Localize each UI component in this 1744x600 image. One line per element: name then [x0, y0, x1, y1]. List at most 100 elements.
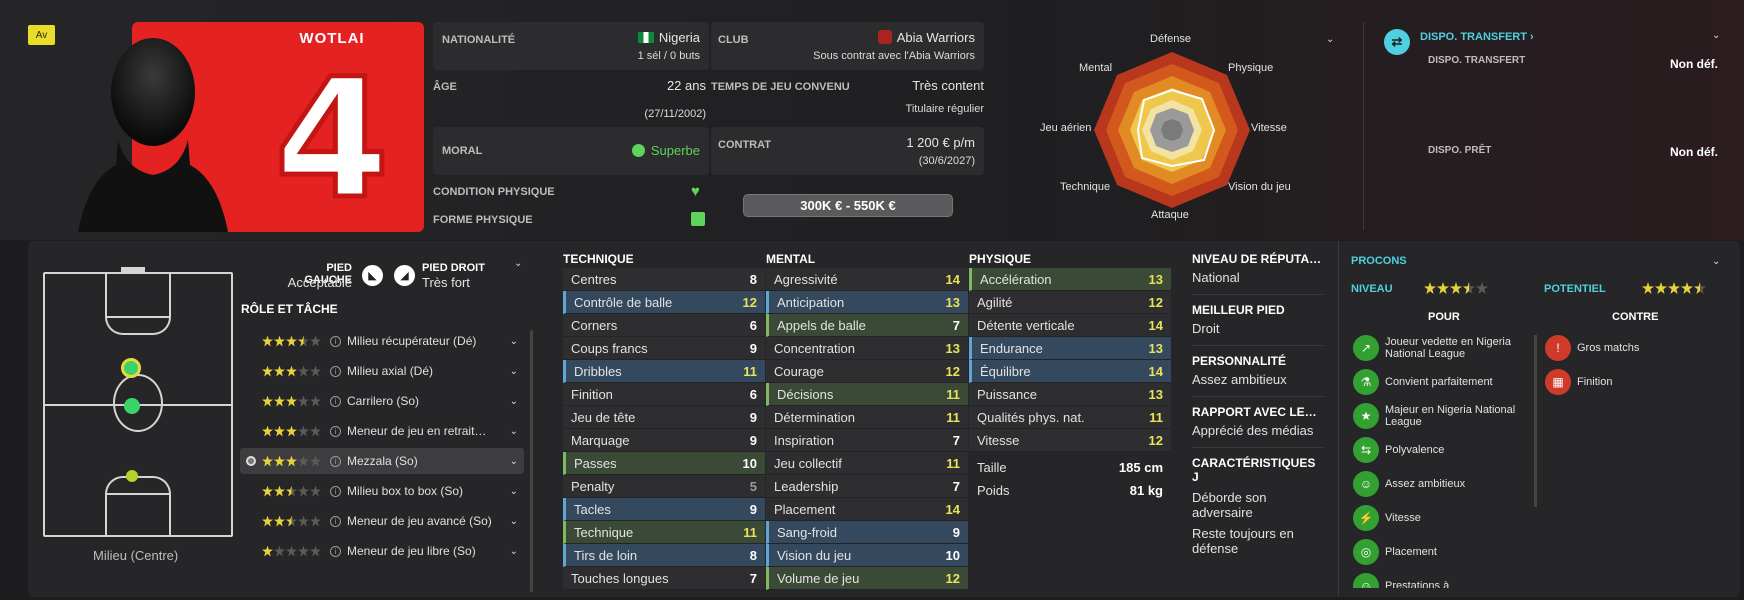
attribute-row[interactable]: Agressivité 14 [766, 268, 968, 291]
attribute-row[interactable]: Jeu de tête 9 [563, 406, 765, 429]
attribute-row[interactable]: Agilité 12 [969, 291, 1171, 314]
pro-item[interactable]: ↗ Joueur vedette en Nigeria National Leag… [1353, 331, 1531, 365]
attribute-row[interactable]: Détente verticale 14 [969, 314, 1171, 337]
club-value[interactable]: Abia Warriors [877, 30, 975, 45]
attribute-value: 8 [749, 547, 757, 563]
chevron-down-icon[interactable]: ⌄ [510, 486, 518, 497]
role-item[interactable]: i Milieu récupérateur (Dé) ⌄ [240, 328, 524, 354]
attribute-row[interactable]: Détermination 11 [766, 406, 968, 429]
info-icon[interactable]: i [330, 515, 341, 527]
info-icon[interactable]: i [330, 545, 341, 557]
attribute-row[interactable]: Centres 8 [563, 268, 765, 291]
pro-text: Vitesse [1385, 512, 1421, 524]
attribute-row[interactable]: Décisions 11 [766, 383, 968, 406]
loan-status-label: DISPO. PRÊT [1428, 145, 1492, 156]
attribute-row[interactable]: Placement 14 [766, 498, 968, 521]
attribute-row[interactable]: Tacles 9 [563, 498, 765, 521]
attribute-name: Placement [774, 501, 836, 517]
pro-item[interactable]: ★ Majeur en Nigeria National League [1353, 399, 1531, 433]
attribute-row[interactable]: Endurance 13 [969, 337, 1171, 360]
attribute-row[interactable]: Dribbles 11 [563, 360, 765, 383]
nationality-value[interactable]: Nigeria [637, 30, 700, 45]
chevron-down-icon[interactable]: ⌄ [510, 546, 518, 557]
pros-scrollbar[interactable] [1534, 335, 1537, 507]
star-icon [262, 335, 273, 347]
transfer-header[interactable]: DISPO. TRANSFERT › [1420, 31, 1534, 43]
attribute-row[interactable]: Vision du jeu 10 [766, 544, 968, 567]
attribute-row[interactable]: Courage 12 [766, 360, 968, 383]
pro-item[interactable]: ☺ Prestations à [1353, 569, 1531, 588]
attribute-row[interactable]: Corners 6 [563, 314, 765, 337]
role-item[interactable]: i Carrilero (So) ⌄ [240, 388, 524, 414]
attribute-row[interactable]: Équilibre 14 [969, 360, 1171, 383]
attribute-row[interactable]: Qualités phys. nat. 11 [969, 406, 1171, 429]
role-name: Milieu box to box (So) [347, 484, 464, 498]
attribute-name: Accélération [980, 271, 1052, 287]
attribute-row[interactable]: Contrôle de balle 12 [563, 291, 765, 314]
pro-item[interactable]: ⇆ Polyvalence [1353, 433, 1531, 467]
attribute-row[interactable]: Jeu collectif 11 [766, 452, 968, 475]
attribute-row[interactable]: Touches longues 7 [563, 567, 765, 590]
attribute-row[interactable]: Inspiration 7 [766, 429, 968, 452]
pro-item[interactable]: ⚡ Vitesse [1353, 501, 1531, 535]
attribute-name: Agressivité [774, 271, 838, 287]
info-icon[interactable]: i [330, 455, 341, 467]
attribute-row[interactable]: Leadership 7 [766, 475, 968, 498]
position-marker-tertiary[interactable] [126, 470, 138, 482]
value-range[interactable]: 300K € - 550K € [743, 194, 953, 217]
position-marker-secondary[interactable] [124, 398, 140, 414]
potential-label: POTENTIEL [1544, 283, 1606, 295]
role-item[interactable]: i Meneur de jeu avancé (So) ⌄ [240, 508, 524, 534]
attribute-row[interactable]: Penalty 5 [563, 475, 765, 498]
pro-item[interactable]: ⚗ Convient parfaitement [1353, 365, 1531, 399]
feet-chevron-icon[interactable]: ⌄ [514, 258, 522, 269]
right-boot-icon: ◢ [394, 265, 415, 286]
chevron-down-icon[interactable]: ⌄ [510, 366, 518, 377]
role-name: Milieu axial (Dé) [347, 364, 434, 378]
attribute-row[interactable]: Technique 11 [563, 521, 765, 544]
attribute-row[interactable]: Anticipation 13 [766, 291, 968, 314]
attribute-row[interactable]: Passes 10 [563, 452, 765, 475]
attribute-row[interactable]: Coups francs 9 [563, 337, 765, 360]
info-icon[interactable]: i [330, 485, 341, 497]
role-name: Carrilero (So) [347, 394, 420, 408]
position-marker-primary[interactable] [121, 358, 141, 378]
best-foot-label: MEILLEUR PIED [1192, 303, 1285, 317]
chevron-down-icon[interactable]: ⌄ [510, 336, 518, 347]
pro-item[interactable]: ☺ Assez ambitieux [1353, 467, 1531, 501]
chevron-down-icon[interactable]: ⌄ [510, 516, 518, 527]
attribute-row[interactable]: Appels de balle 7 [766, 314, 968, 337]
role-stars [262, 425, 322, 437]
attribute-row[interactable]: Puissance 13 [969, 383, 1171, 406]
chevron-down-icon[interactable]: ⌄ [510, 426, 518, 437]
attribute-row[interactable]: Volume de jeu 12 [766, 567, 968, 590]
info-icon[interactable]: i [330, 335, 341, 347]
role-item[interactable]: i Meneur de jeu libre (So) ⌄ [240, 538, 524, 564]
pro-item[interactable]: ◎ Placement [1353, 535, 1531, 569]
con-item[interactable]: ! Gros matchs [1545, 331, 1715, 365]
attribute-row[interactable]: Marquage 9 [563, 429, 765, 452]
procons-chevron-icon[interactable]: ⌄ [1712, 256, 1720, 267]
info-icon[interactable]: i [330, 365, 341, 377]
info-icon[interactable]: i [330, 395, 341, 407]
transfer-chevron-icon[interactable]: ⌄ [1712, 30, 1720, 41]
attribute-row[interactable]: Concentration 13 [766, 337, 968, 360]
chevron-down-icon[interactable]: ⌄ [510, 456, 518, 467]
attribute-row[interactable]: Tirs de loin 8 [563, 544, 765, 567]
selected-role-radio-icon[interactable] [246, 456, 256, 466]
weight-row: Poids 81 kg [969, 479, 1171, 502]
morale-value[interactable]: Superbe [631, 143, 700, 158]
attribute-row[interactable]: Finition 6 [563, 383, 765, 406]
role-item[interactable]: i Meneur de jeu en retrait… ⌄ [240, 418, 524, 444]
attribute-row[interactable]: Vitesse 12 [969, 429, 1171, 452]
role-item[interactable]: i Milieu box to box (So) ⌄ [240, 478, 524, 504]
attribute-row[interactable]: Accélération 13 [969, 268, 1171, 291]
attribute-row[interactable]: Sang-froid 9 [766, 521, 968, 544]
con-item[interactable]: ▦ Finition [1545, 365, 1715, 399]
roles-scrollbar[interactable] [530, 330, 533, 592]
radar-dropdown-chevron-icon[interactable]: ⌄ [1326, 34, 1334, 45]
role-item[interactable]: i Mezzala (So) ⌄ [240, 448, 524, 474]
chevron-down-icon[interactable]: ⌄ [510, 396, 518, 407]
role-item[interactable]: i Milieu axial (Dé) ⌄ [240, 358, 524, 384]
info-icon[interactable]: i [330, 425, 341, 437]
